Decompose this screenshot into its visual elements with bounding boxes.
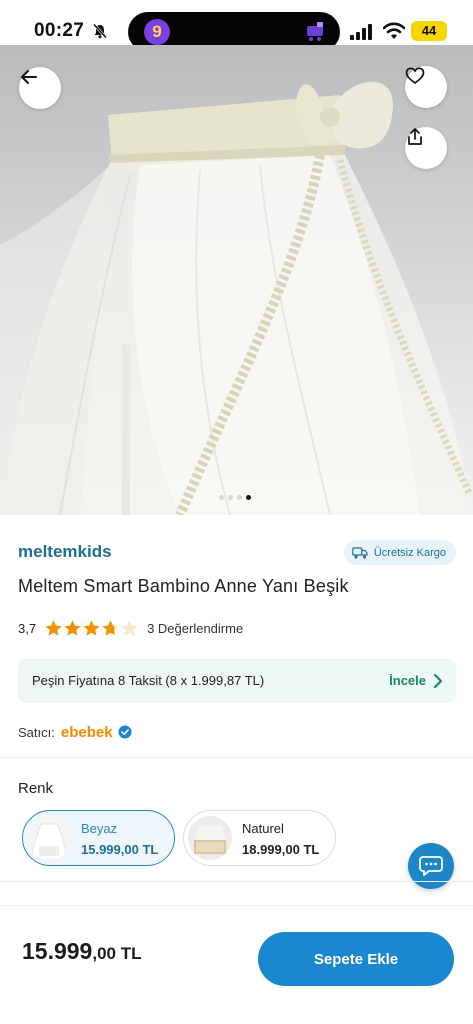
status-bar: 00:27 9 44: [0, 0, 473, 52]
section-divider: [0, 881, 473, 882]
star-full-icon: [83, 619, 100, 636]
brand-link[interactable]: meltemkids: [18, 542, 112, 562]
variant-thumbnail: [188, 816, 232, 860]
favorite-button[interactable]: [405, 66, 447, 108]
chevron-right-icon: [433, 673, 443, 689]
heart-icon: [405, 67, 425, 85]
color-variant-naturel[interactable]: Naturel 18.999,00 TL: [183, 810, 336, 866]
share-icon: [408, 128, 422, 145]
bottom-purchase-bar: 15.999,00 TL Sepete Ekle: [0, 905, 473, 1024]
back-arrow-icon: [21, 70, 37, 84]
price-decimal-currency: ,00 TL: [92, 944, 142, 963]
pagination-dot[interactable]: [237, 495, 242, 500]
price-display: 15.999,00 TL: [22, 938, 141, 965]
star-partial-icon: [102, 619, 119, 636]
battery-icon: 44: [411, 21, 447, 41]
product-image-gallery[interactable]: [0, 45, 473, 515]
chat-bubble-icon: [419, 856, 443, 876]
bell-muted-icon: [93, 23, 107, 39]
pagination-dot[interactable]: [219, 495, 224, 500]
price-integer: 15.999: [22, 938, 93, 964]
star-full-icon: [64, 619, 81, 636]
section-divider: [0, 757, 473, 758]
installment-banner[interactable]: Peşin Fiyatına 8 Taksit (8 x 1.999,87 TL…: [18, 659, 456, 703]
app-logo-icon: 9: [144, 19, 170, 45]
free-shipping-badge: Ücretsiz Kargo: [343, 540, 456, 565]
seller-name-link[interactable]: ebebek: [61, 724, 113, 741]
variant-price: 18.999,00 TL: [242, 842, 320, 857]
rating-value: 3,7: [18, 620, 37, 636]
color-variant-beyaz[interactable]: Beyaz 15.999,00 TL: [22, 810, 175, 866]
brand-row: meltemkids Ücretsiz Kargo: [18, 540, 456, 566]
back-button[interactable]: [19, 67, 61, 109]
pagination-dot-active[interactable]: [246, 495, 251, 500]
cart-icon: [307, 22, 323, 41]
review-count[interactable]: 3 Değerlendirme: [147, 621, 243, 636]
product-title: Meltem Smart Bambino Anne Yanı Beşik: [18, 576, 349, 596]
share-button[interactable]: [405, 127, 447, 169]
truck-icon: [352, 546, 368, 558]
variant-price: 15.999,00 TL: [81, 842, 159, 857]
star-full-icon: [45, 619, 62, 636]
star-empty-icon: [121, 619, 138, 636]
status-time: 00:27: [34, 20, 85, 41]
chat-button[interactable]: [408, 843, 454, 889]
installment-details-link[interactable]: İncele: [389, 673, 426, 688]
seller-label: Satıcı:: [18, 724, 55, 740]
add-to-cart-button[interactable]: Sepete Ekle: [258, 932, 454, 986]
verified-badge-icon: [118, 725, 132, 739]
variant-name: Naturel: [242, 821, 284, 836]
seller-row: Satıcı: ebebek: [18, 722, 132, 742]
pagination-dot[interactable]: [228, 495, 233, 500]
variant-name: Beyaz: [81, 821, 118, 836]
image-pagination-dots: [219, 495, 251, 500]
installment-text: Peşin Fiyatına 8 Taksit (8 x 1.999,87 TL…: [32, 673, 265, 688]
rating-row[interactable]: 3,7 3 Değerlendirme: [18, 617, 243, 639]
wifi-icon: [383, 22, 405, 39]
free-shipping-label: Ücretsiz Kargo: [373, 546, 446, 559]
product-photo: [0, 81, 473, 515]
signal-icon: [350, 24, 372, 40]
variant-thumbnail: [27, 816, 71, 860]
color-section-label: Renk: [18, 780, 54, 797]
